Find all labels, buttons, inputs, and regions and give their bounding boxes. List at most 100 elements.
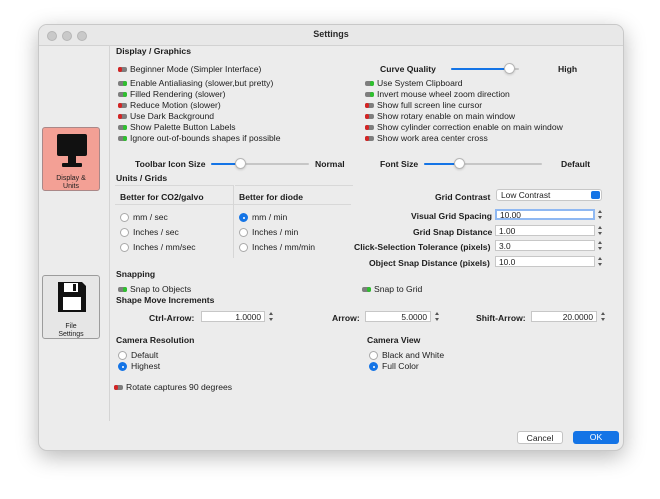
toggle-invert-wheel-zoom[interactable] — [365, 92, 374, 97]
sidebar-divider — [109, 45, 110, 421]
inches-sec-label: Inches / sec — [133, 227, 179, 237]
co2-heading-divider — [115, 185, 233, 186]
grid-contrast-value: Low Contrast — [501, 190, 551, 200]
grid-snap-distance-label: Grid Snap Distance — [413, 227, 493, 237]
beginner-mode-label: Beginner Mode (Simpler Interface) — [130, 64, 262, 74]
sidebar-file-label-2: Settings — [58, 331, 84, 338]
font-size-value: Default — [561, 159, 591, 169]
curve-quality-value: High — [558, 64, 578, 74]
snap-objects-label: Snap to Objects — [130, 284, 192, 294]
ctrl-arrow-input[interactable]: 1.0000 — [201, 311, 265, 322]
snapping-heading: Snapping — [116, 269, 156, 279]
inches-min-label: Inches / min — [252, 227, 299, 237]
object-snap-distance-label: Object Snap Distance (pixels) — [369, 258, 490, 268]
toolbar-icon-size-slider[interactable] — [211, 163, 309, 165]
ctrl-arrow-stepper[interactable] — [268, 311, 274, 322]
radio-inches-mm-sec[interactable] — [120, 243, 129, 252]
toggle-snap-objects[interactable] — [118, 287, 127, 292]
palette-labels-label: Show Palette Button Labels — [130, 122, 236, 132]
toolbar-icon-size-label: Toolbar Icon Size — [135, 159, 206, 169]
camera-default-label: Default — [131, 350, 159, 360]
toggle-system-clipboard[interactable] — [365, 81, 374, 86]
sidebar-item-display-units[interactable]: Display & Units — [42, 127, 100, 191]
shift-arrow-stepper[interactable] — [600, 311, 606, 322]
shape-move-increments-heading: Shape Move Increments — [116, 295, 215, 305]
toggle-dark-background[interactable] — [118, 114, 127, 119]
toggle-rotary-enable[interactable] — [365, 114, 374, 119]
radio-camera-highest[interactable] — [118, 362, 127, 371]
diode-heading: Better for diode — [239, 192, 303, 202]
toggle-cylinder-correction[interactable] — [365, 125, 374, 130]
monitor-icon — [57, 134, 87, 167]
inches-mm-sec-label: Inches / mm/sec — [133, 242, 196, 252]
radio-camera-default[interactable] — [118, 351, 127, 360]
curve-quality-knob[interactable] — [504, 63, 515, 74]
font-size-label: Font Size — [380, 159, 419, 169]
camera-highest-label: Highest — [131, 361, 161, 371]
arrow-stepper[interactable] — [434, 311, 440, 322]
toggle-filled-rendering[interactable] — [118, 92, 127, 97]
grid-contrast-select[interactable]: Low Contrast — [496, 189, 602, 201]
black-white-label: Black and White — [382, 350, 445, 360]
window-title: Settings — [313, 29, 349, 39]
click-tolerance-label: Click-Selection Tolerance (pixels) — [354, 242, 491, 252]
settings-window: Settings Display & Units File Settings D… — [38, 24, 624, 451]
cancel-button[interactable]: Cancel — [517, 431, 563, 444]
toolbar-icon-size-knob[interactable] — [235, 158, 246, 169]
toggle-center-cross[interactable] — [365, 136, 374, 141]
radio-inches-min[interactable] — [239, 228, 248, 237]
curve-quality-label: Curve Quality — [380, 64, 436, 74]
toggle-snap-grid[interactable] — [362, 287, 371, 292]
radio-mm-sec[interactable] — [120, 213, 129, 222]
visual-grid-spacing-input[interactable]: 10.00 — [495, 209, 595, 220]
font-size-knob[interactable] — [454, 158, 465, 169]
reduce-motion-label: Reduce Motion (slower) — [130, 100, 221, 110]
invert-wheel-zoom-label: Invert mouse wheel zoom direction — [377, 89, 510, 99]
sidebar-display-label-2: Units — [63, 183, 79, 190]
visual-grid-spacing-stepper[interactable] — [597, 209, 603, 220]
toggle-reduce-motion[interactable] — [118, 103, 127, 108]
curve-quality-fill — [451, 68, 509, 70]
toggle-palette-labels[interactable] — [118, 125, 127, 130]
snap-grid-label: Snap to Grid — [374, 284, 423, 294]
ok-button[interactable]: OK — [573, 431, 619, 444]
antialiasing-label: Enable Antialiasing (slower,but pretty) — [130, 78, 274, 88]
toggle-beginner-mode[interactable] — [118, 67, 127, 72]
mm-min-label: mm / min — [252, 212, 288, 222]
toggle-fullscreen-cursor[interactable] — [365, 103, 374, 108]
radio-inches-mm-min[interactable] — [239, 243, 248, 252]
select-chevron-icon — [591, 191, 600, 199]
rotary-enable-label: Show rotary enable on main window — [377, 111, 516, 121]
ctrl-arrow-label: Ctrl-Arrow: — [149, 313, 195, 323]
sidebar-display-label-1: Display & — [56, 175, 86, 182]
system-clipboard-label: Use System Clipboard — [377, 78, 463, 88]
floppy-disk-icon — [58, 282, 86, 312]
grid-contrast-label: Grid Contrast — [435, 192, 491, 202]
arrow-input[interactable]: 5.0000 — [365, 311, 431, 322]
radio-black-white[interactable] — [369, 351, 378, 360]
radio-mm-min[interactable] — [239, 213, 248, 222]
click-tolerance-input[interactable]: 3.0 — [495, 240, 595, 251]
font-size-slider[interactable] — [424, 163, 542, 165]
shift-arrow-label: Shift-Arrow: — [476, 313, 526, 323]
rotate-captures-label: Rotate captures 90 degrees — [126, 382, 233, 392]
radio-inches-sec[interactable] — [120, 228, 129, 237]
grid-snap-distance-stepper[interactable] — [597, 225, 603, 236]
sidebar-item-file-settings[interactable]: File Settings — [42, 275, 100, 339]
toggle-ignore-out-of-bounds[interactable] — [118, 136, 127, 141]
object-snap-distance-stepper[interactable] — [597, 256, 603, 267]
toggle-rotate-captures[interactable] — [114, 385, 123, 390]
diode-heading-divider — [235, 185, 353, 186]
radio-full-color[interactable] — [369, 362, 378, 371]
grid-snap-distance-input[interactable]: 1.00 — [495, 225, 595, 236]
toggle-antialiasing[interactable] — [118, 81, 127, 86]
object-snap-distance-input[interactable]: 10.0 — [495, 256, 595, 267]
camera-resolution-heading: Camera Resolution — [116, 335, 195, 345]
shift-arrow-input[interactable]: 20.0000 — [531, 311, 597, 322]
cylinder-correction-label: Show cylinder correction enable on main … — [377, 122, 563, 132]
filled-rendering-label: Filled Rendering (slower) — [130, 89, 226, 99]
dark-background-label: Use Dark Background — [130, 111, 215, 121]
units-grids-heading: Units / Grids — [116, 173, 168, 183]
click-tolerance-stepper[interactable] — [597, 240, 603, 251]
toolbar-icon-size-value: Normal — [315, 159, 345, 169]
